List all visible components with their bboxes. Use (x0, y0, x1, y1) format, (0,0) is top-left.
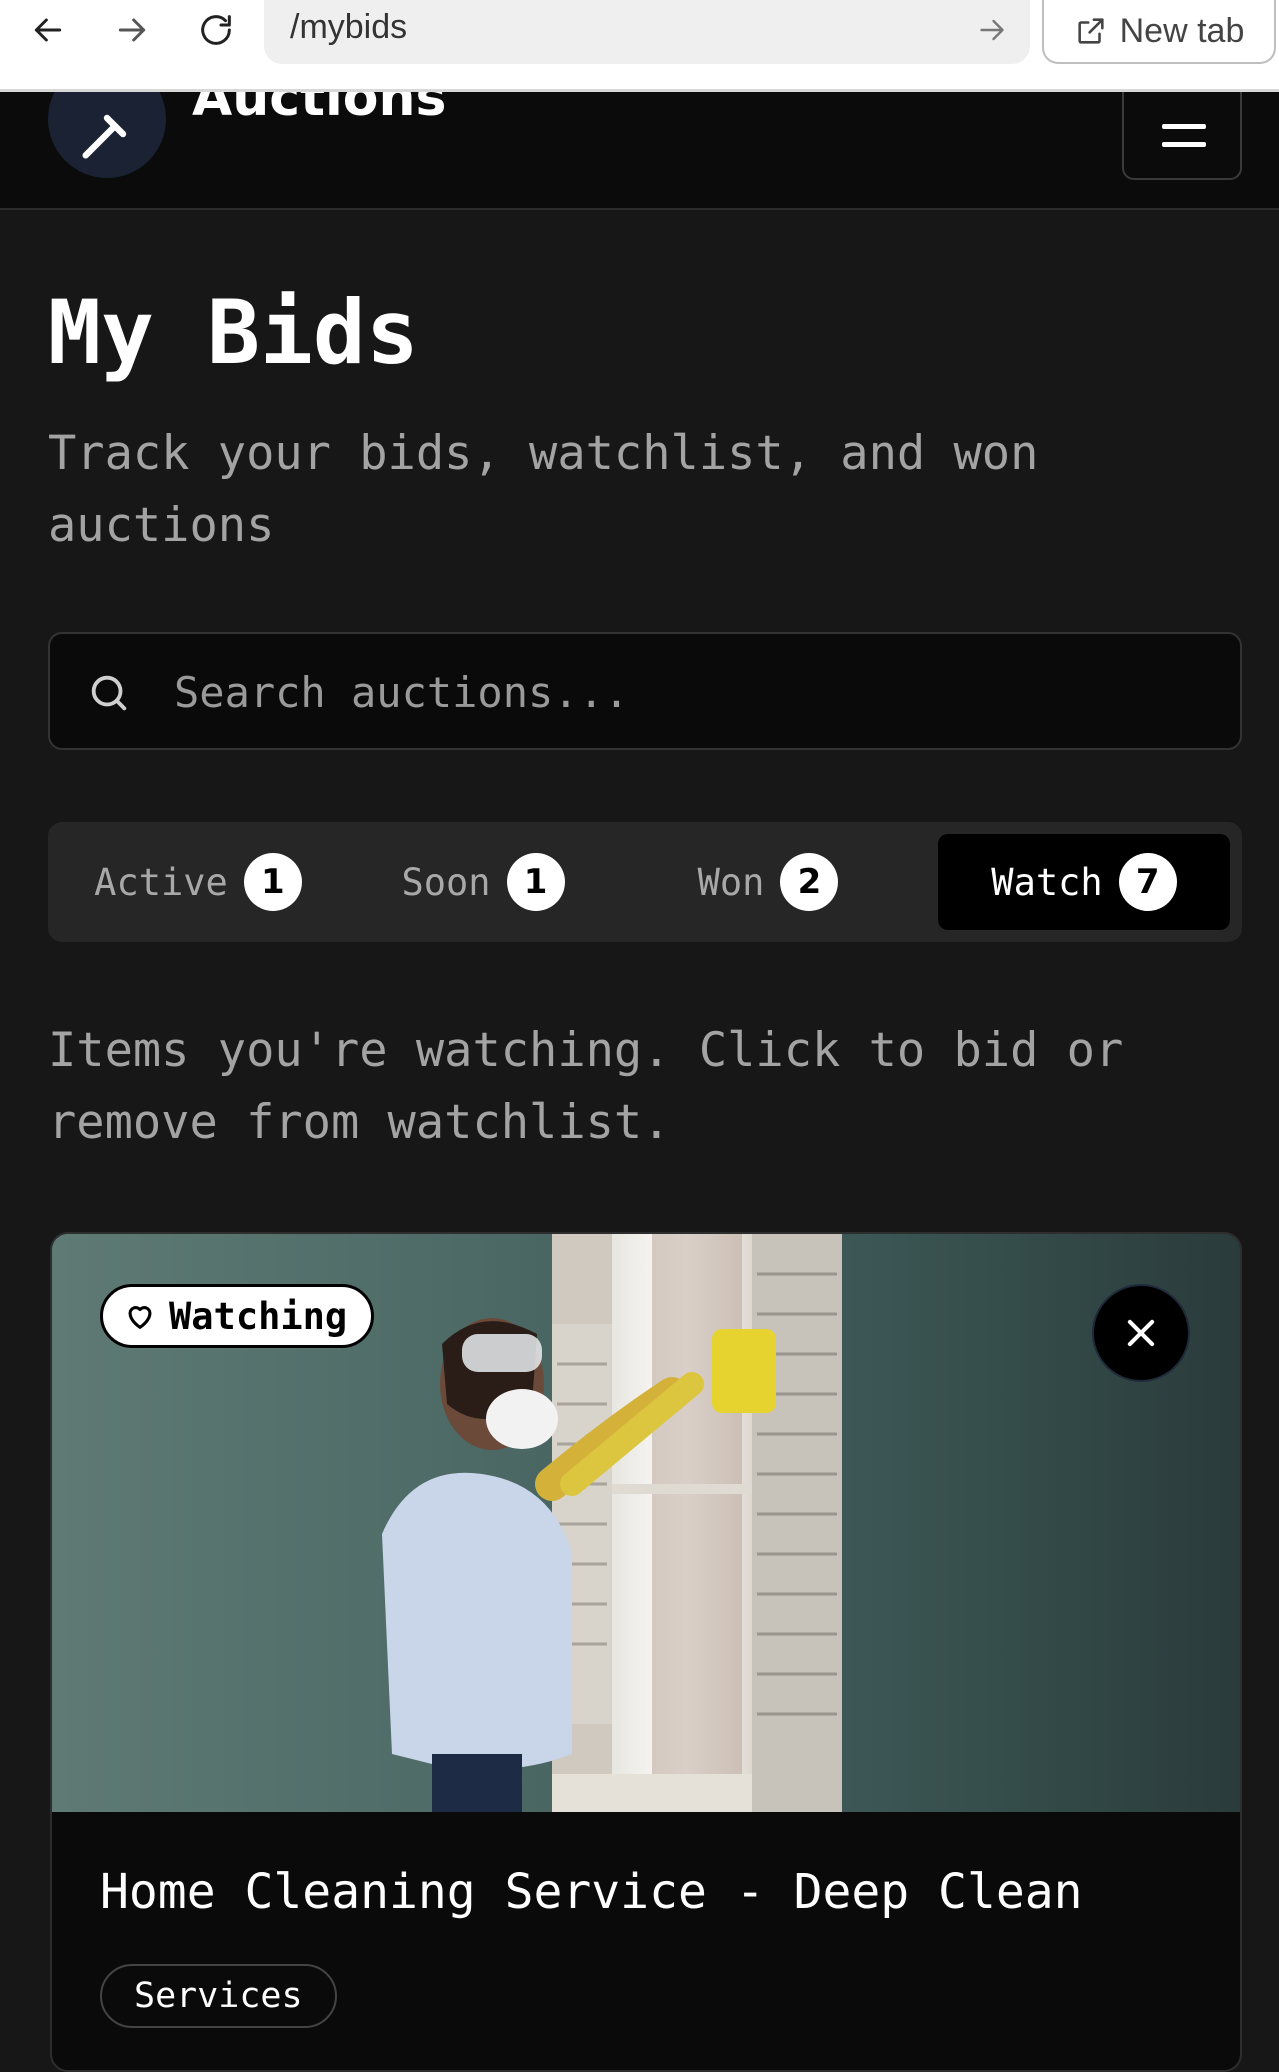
tab-won[interactable]: Won 2 (668, 834, 868, 930)
logo[interactable] (48, 92, 166, 178)
address-bar[interactable]: /mybids (264, 0, 1030, 64)
tab-label: Watch (991, 860, 1103, 904)
card-image[interactable]: Watching (52, 1234, 1240, 1812)
tab-label: Active (94, 860, 228, 904)
tab-watch[interactable]: Watch 7 (938, 834, 1230, 930)
browser-toolbar: /mybids New tab (0, 0, 1279, 92)
page-title: My Bids (48, 281, 419, 384)
new-tab-button[interactable]: New tab (1042, 0, 1276, 64)
tab-label: Soon (401, 860, 491, 904)
heart-icon (128, 1306, 152, 1329)
category-chip: Services (100, 1964, 337, 2028)
count-badge: 1 (243, 853, 302, 911)
close-icon (1127, 1319, 1155, 1347)
external-link-icon (1078, 18, 1104, 44)
bid-tabs: Active 1 Soon 1 Won 2 Watch 7 (48, 822, 1242, 942)
remove-from-watchlist-button[interactable] (1092, 1284, 1190, 1382)
tab-description: Items you're watching. Click to bid or r… (48, 1023, 1124, 1150)
auction-card[interactable]: Watching Home Cleaning Service - Deep Cl… (50, 1232, 1242, 2072)
arrow-left-icon (34, 18, 62, 42)
hamburger-icon (1162, 142, 1206, 147)
search-input[interactable] (172, 654, 1212, 730)
count-badge: 7 (1118, 853, 1177, 911)
go-arrow-icon[interactable] (974, 12, 1010, 48)
site-header: Auctions (0, 92, 1279, 210)
new-tab-label: New tab (1119, 11, 1245, 50)
reload-icon (201, 15, 231, 45)
menu-button[interactable] (1122, 92, 1242, 180)
forward-button[interactable] (102, 0, 162, 60)
hamburger-icon (1162, 124, 1206, 129)
tab-soon[interactable]: Soon 1 (378, 834, 588, 930)
back-button[interactable] (18, 0, 78, 60)
url-text: /mybids (290, 8, 408, 46)
watching-label: Watching (169, 1294, 348, 1338)
search-icon (91, 675, 127, 711)
reload-button[interactable] (186, 0, 246, 60)
tab-active[interactable]: Active 1 (88, 834, 308, 930)
page-subtitle: Track your bids, watchlist, and won auct… (48, 426, 1039, 553)
brand-name[interactable]: Auctions (192, 92, 446, 128)
card-title[interactable]: Home Cleaning Service - Deep Clean (100, 1864, 1083, 1920)
gavel-icon (82, 114, 127, 159)
arrow-right-icon (118, 18, 146, 42)
watching-badge: Watching (100, 1284, 375, 1348)
count-badge: 2 (780, 853, 839, 911)
search-box[interactable] (48, 632, 1242, 750)
tab-label: Won (697, 860, 765, 904)
count-badge: 1 (506, 853, 565, 911)
